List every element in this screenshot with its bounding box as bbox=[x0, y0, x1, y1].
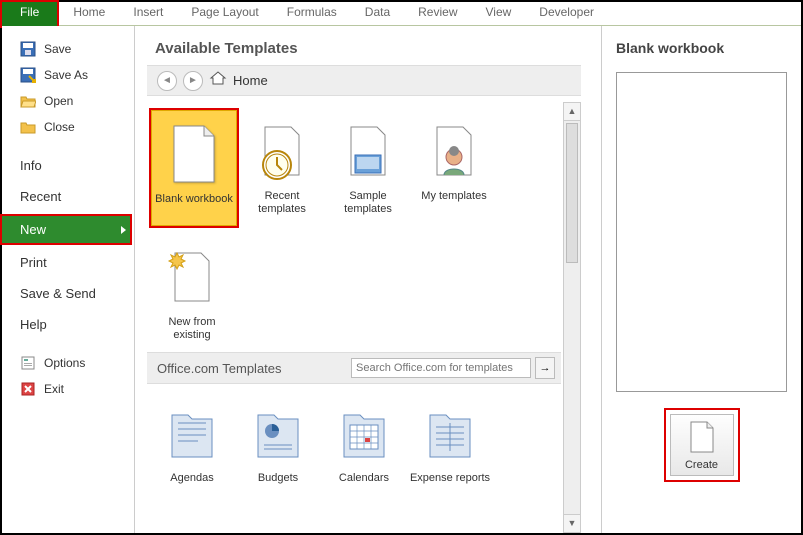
template-label: Budgets bbox=[258, 472, 298, 498]
nav-back-button[interactable]: ◄ bbox=[157, 71, 177, 91]
create-label: Create bbox=[685, 459, 718, 471]
new-from-existing-icon bbox=[165, 247, 219, 307]
folder-doc-icon bbox=[340, 405, 388, 461]
nav-new-highlight: New bbox=[0, 214, 132, 245]
nav-exit-label: Exit bbox=[44, 382, 64, 396]
template-budgets[interactable]: Budgets bbox=[235, 390, 321, 504]
template-label: New from existing bbox=[151, 316, 233, 342]
template-partial-1[interactable] bbox=[149, 506, 235, 533]
nav-save-as-label: Save As bbox=[44, 68, 88, 82]
office-search-input[interactable] bbox=[351, 358, 531, 378]
nav-save-send[interactable]: Save & Send bbox=[2, 278, 134, 309]
breadcrumb-home[interactable]: Home bbox=[233, 73, 268, 88]
template-recent[interactable]: Recent templates bbox=[239, 108, 325, 228]
template-partial-4[interactable] bbox=[407, 506, 493, 533]
nav-info[interactable]: Info bbox=[2, 150, 134, 181]
folder-doc-icon bbox=[254, 405, 302, 461]
office-templates-header: Office.com Templates → bbox=[147, 352, 561, 384]
office-search-go[interactable]: → bbox=[535, 357, 555, 379]
nav-options-label: Options bbox=[44, 356, 85, 370]
template-agendas[interactable]: Agendas bbox=[149, 390, 235, 504]
tab-data[interactable]: Data bbox=[351, 2, 404, 25]
template-label: Recent templates bbox=[241, 190, 323, 216]
nav-recent[interactable]: Recent bbox=[2, 181, 134, 212]
template-partial-2[interactable] bbox=[235, 506, 321, 533]
scroll-up-button[interactable]: ▲ bbox=[564, 103, 580, 121]
template-label: Sample templates bbox=[327, 190, 409, 216]
open-icon bbox=[20, 93, 36, 109]
nav-open-label: Open bbox=[44, 94, 73, 108]
close-icon bbox=[20, 119, 36, 135]
nav-close[interactable]: Close bbox=[2, 114, 134, 140]
home-icon[interactable] bbox=[209, 69, 227, 92]
sample-templates-icon bbox=[341, 121, 395, 181]
template-label: Expense reports bbox=[410, 472, 490, 498]
my-templates-icon bbox=[427, 121, 481, 181]
templates-pane: Available Templates ◄ ► Home ▲ ▼ Blank w bbox=[135, 26, 601, 533]
nav-close-label: Close bbox=[44, 120, 75, 134]
template-label: My templates bbox=[421, 190, 486, 216]
tab-developer[interactable]: Developer bbox=[525, 2, 608, 25]
nav-save-label: Save bbox=[44, 42, 71, 56]
tab-page-layout[interactable]: Page Layout bbox=[177, 2, 272, 25]
create-highlight: Create bbox=[664, 408, 740, 482]
save-icon bbox=[20, 41, 36, 57]
template-expense-reports[interactable]: Expense reports bbox=[407, 390, 493, 504]
create-button[interactable]: Create bbox=[670, 414, 734, 476]
scroll-thumb[interactable] bbox=[566, 123, 578, 263]
folder-doc-icon bbox=[426, 405, 474, 461]
ribbon-tabs: File Home Insert Page Layout Formulas Da… bbox=[2, 2, 801, 26]
recent-templates-icon bbox=[255, 121, 309, 181]
nav-forward-button[interactable]: ► bbox=[183, 71, 203, 91]
tab-insert[interactable]: Insert bbox=[119, 2, 177, 25]
scroll-down-button[interactable]: ▼ bbox=[564, 514, 580, 532]
templates-title: Available Templates bbox=[135, 40, 601, 65]
nav-options[interactable]: Options bbox=[2, 350, 134, 376]
blank-doc-icon bbox=[170, 124, 218, 184]
folder-doc-icon bbox=[168, 405, 216, 461]
preview-title: Blank workbook bbox=[616, 40, 787, 56]
tab-view[interactable]: View bbox=[472, 2, 526, 25]
save-as-icon bbox=[20, 67, 36, 83]
exit-icon bbox=[20, 381, 36, 397]
breadcrumb: ◄ ► Home bbox=[147, 65, 581, 96]
preview-pane: Blank workbook Create bbox=[601, 26, 801, 533]
tab-file[interactable]: File bbox=[0, 0, 59, 28]
template-blank-highlight: Blank workbook bbox=[149, 108, 239, 228]
nav-save[interactable]: Save bbox=[2, 36, 134, 62]
templates-scrollbar[interactable]: ▲ ▼ bbox=[563, 102, 581, 533]
tab-formulas[interactable]: Formulas bbox=[273, 2, 351, 25]
nav-exit[interactable]: Exit bbox=[2, 376, 134, 402]
preview-thumbnail bbox=[616, 72, 787, 392]
create-doc-icon bbox=[689, 421, 715, 453]
nav-open[interactable]: Open bbox=[2, 88, 134, 114]
template-partial-3[interactable] bbox=[321, 506, 407, 533]
nav-save-as[interactable]: Save As bbox=[2, 62, 134, 88]
template-new-from-existing[interactable]: New from existing bbox=[149, 234, 235, 348]
template-label: Blank workbook bbox=[155, 193, 233, 219]
tab-home[interactable]: Home bbox=[59, 2, 119, 25]
nav-help[interactable]: Help bbox=[2, 309, 134, 340]
template-sample[interactable]: Sample templates bbox=[325, 108, 411, 228]
template-label: Calendars bbox=[339, 472, 389, 498]
nav-print[interactable]: Print bbox=[2, 247, 134, 278]
template-blank-workbook[interactable]: Blank workbook bbox=[151, 110, 237, 226]
template-my[interactable]: My templates bbox=[411, 108, 497, 228]
backstage-nav: Save Save As Open Close Info Recent New … bbox=[2, 26, 135, 533]
options-icon bbox=[20, 355, 36, 371]
office-templates-title: Office.com Templates bbox=[153, 361, 282, 376]
template-calendars[interactable]: Calendars bbox=[321, 390, 407, 504]
nav-new[interactable]: New bbox=[2, 216, 130, 243]
tab-review[interactable]: Review bbox=[404, 2, 471, 25]
template-label: Agendas bbox=[170, 472, 213, 498]
